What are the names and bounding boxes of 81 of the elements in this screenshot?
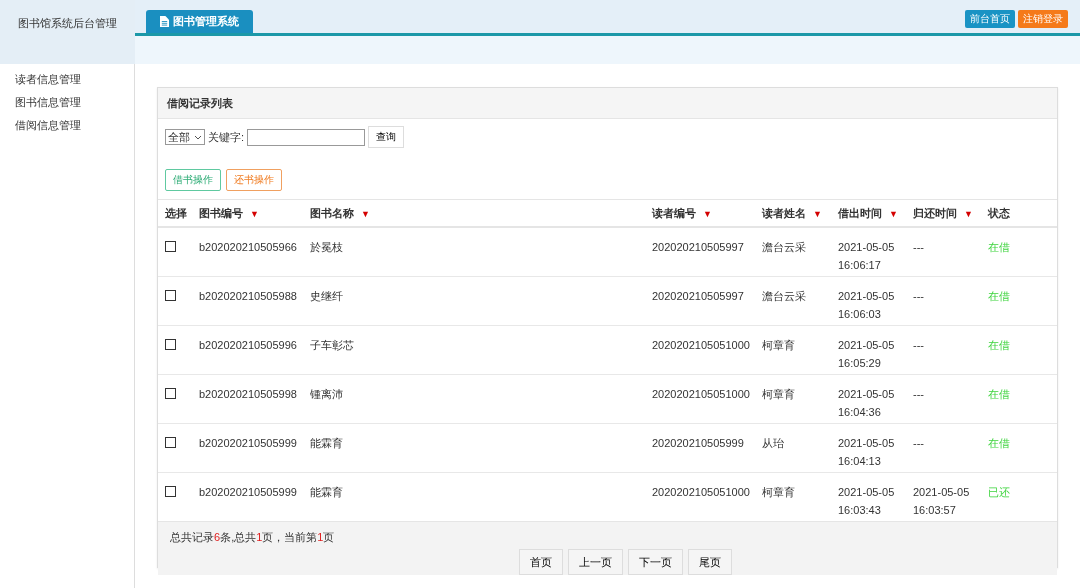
page-button[interactable]: 上一页 [568, 549, 623, 575]
table-cell-text: 史继纤 [310, 289, 343, 304]
status-label: 在借 [988, 290, 1010, 302]
table-cell-text: --- [913, 387, 924, 402]
table-cell-text: b202020210505998 [199, 387, 297, 402]
table-cell-text: 於冕枝 [310, 240, 343, 255]
table-cell-text: 2021-05-05 16:05:29 [838, 338, 896, 371]
keyword-label: 关键字: [208, 129, 245, 145]
column-header: 图书名称 [310, 206, 354, 219]
table-cell-text: 柯章育 [762, 387, 795, 402]
row-checkbox[interactable] [165, 486, 176, 497]
table-cell-text: --- [913, 240, 924, 255]
page-button[interactable]: 尾页 [688, 549, 732, 575]
sort-icon[interactable]: ▼ [964, 208, 973, 219]
status-label: 在借 [988, 241, 1010, 253]
table-cell-text: 澹台云采 [762, 289, 806, 304]
table-cell-text: 子车彰芯 [310, 338, 354, 353]
table-cell-text: 2021-05-05 16:04:13 [838, 436, 896, 469]
table-cell-text: 能霖育 [310, 485, 343, 500]
table-cell-text: 2020202105051000 [652, 485, 750, 500]
sort-icon[interactable]: ▼ [250, 208, 259, 219]
sidebar-item[interactable]: 借阅信息管理 [0, 114, 134, 137]
sort-icon[interactable]: ▼ [703, 208, 712, 219]
action-button[interactable]: 借书操作 [165, 169, 221, 191]
row-checkbox[interactable] [165, 241, 176, 252]
row-checkbox[interactable] [165, 437, 176, 448]
table-cell-text: 2021-05-05 16:03:57 [913, 485, 971, 518]
sort-icon[interactable]: ▼ [889, 208, 898, 219]
sidebar-item[interactable]: 读者信息管理 [0, 68, 134, 91]
row-checkbox[interactable] [165, 388, 176, 399]
chevron-icon [194, 134, 202, 140]
table-cell-text: 2021-05-05 16:06:03 [838, 289, 896, 322]
column-header: 借出时间 [838, 206, 882, 219]
column-header: 选择 [165, 206, 187, 219]
nav-tab[interactable]: 图书管理系统 [146, 10, 253, 33]
page-button[interactable]: 首页 [519, 549, 563, 575]
table-cell-text: --- [913, 338, 924, 353]
status-label: 在借 [988, 339, 1010, 351]
table-cell-text: 202020210505997 [652, 240, 744, 255]
table-cell-text: b202020210505999 [199, 436, 297, 451]
search-button[interactable]: 查询 [368, 126, 405, 148]
table-cell-text: b202020210505999 [199, 485, 297, 500]
sort-icon[interactable]: ▼ [813, 208, 822, 219]
column-header: 读者姓名 [762, 206, 806, 219]
column-header: 归还时间 [913, 206, 957, 219]
table-cell-text: 澹台云采 [762, 240, 806, 255]
table-cell-text: 202020210505999 [652, 436, 744, 451]
table-cell-text: b202020210505996 [199, 338, 297, 353]
document-icon [160, 16, 169, 27]
table-cell-text: 能霖育 [310, 436, 343, 451]
header-button[interactable]: 前台首页 [965, 10, 1015, 28]
table-cell-text: 柯章育 [762, 338, 795, 353]
row-checkbox[interactable] [165, 290, 176, 301]
table-cell-text: --- [913, 289, 924, 304]
table-cell-text: 2021-05-05 16:03:43 [838, 485, 896, 518]
table-cell-text: 2021-05-05 16:04:36 [838, 387, 896, 420]
table-cell-text: 202020210505997 [652, 289, 744, 304]
table-cell-text: 锺离沛 [310, 387, 343, 402]
row-checkbox[interactable] [165, 339, 176, 350]
sort-icon[interactable]: ▼ [361, 208, 370, 219]
table-cell-text: --- [913, 436, 924, 451]
category-dropdown[interactable]: 全部 [165, 129, 205, 145]
status-label: 在借 [988, 388, 1010, 400]
table-cell-text: b202020210505988 [199, 289, 297, 304]
panel-title: 借阅记录列表 [158, 88, 1057, 119]
record-summary: 总共记录6条,总共1页，当前第1页 [170, 530, 336, 545]
column-header: 图书编号 [199, 206, 243, 219]
column-header: 状态 [988, 206, 1010, 219]
table-cell-text: b202020210505966 [199, 240, 297, 255]
table-cell-text: 2020202105051000 [652, 387, 750, 402]
status-label: 已还 [988, 486, 1010, 498]
column-header: 读者编号 [652, 206, 696, 219]
page-button[interactable]: 下一页 [628, 549, 683, 575]
table-cell-text: 2020202105051000 [652, 338, 750, 353]
status-label: 在借 [988, 437, 1010, 449]
sidebar-item[interactable]: 图书信息管理 [0, 91, 134, 114]
keyword-input[interactable] [247, 128, 366, 146]
table-cell-text: 柯章育 [762, 485, 795, 500]
action-button[interactable]: 还书操作 [226, 169, 282, 191]
table-cell-text: 2021-05-05 16:06:17 [838, 240, 896, 273]
table-cell-text: 从珆 [762, 436, 784, 451]
